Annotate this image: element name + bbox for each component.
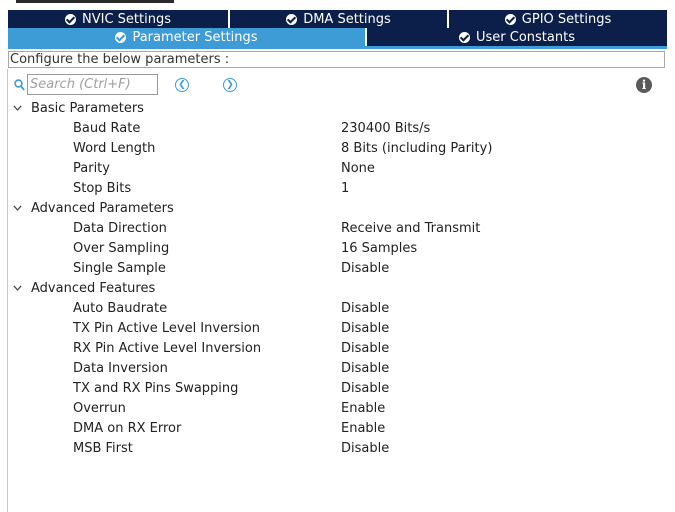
tab-label: Parameter Settings — [132, 29, 258, 45]
parameter-name: Over Sampling — [73, 241, 170, 256]
parameter-name: Data Inversion — [73, 361, 168, 376]
parameter-value[interactable]: None — [341, 159, 375, 179]
chevron-right-circle-icon[interactable]: ❯ — [223, 78, 237, 92]
tree-group[interactable]: Basic Parameters — [0, 99, 675, 119]
group-label: Advanced Features — [31, 281, 156, 296]
parameter-name: Overrun — [73, 401, 126, 416]
tab-row-2: Parameter Settings User Constants — [8, 28, 667, 46]
search-input[interactable] — [27, 74, 158, 95]
parameter-name: MSB First — [73, 441, 133, 456]
parameter-tree: Basic Parameters Baud Rate 230400 Bits/s Wo… — [0, 99, 675, 459]
parameter-name: TX Pin Active Level Inversion — [73, 321, 260, 336]
tab-row-1: NVIC Settings DMA Settings GPIO Settings — [8, 10, 667, 28]
tab-gpio-settings[interactable]: GPIO Settings — [449, 10, 667, 28]
parameter-row[interactable]: DMA on RX Error Enable — [0, 419, 675, 439]
parameter-row[interactable]: Single Sample Disable — [0, 259, 675, 279]
check-circle-icon — [115, 31, 127, 43]
tab-parameter-settings[interactable]: Parameter Settings — [8, 28, 367, 46]
tree-group[interactable]: Advanced Features — [0, 279, 675, 299]
parameter-row[interactable]: RX Pin Active Level Inversion Disable — [0, 339, 675, 359]
active-tab-underline — [8, 46, 667, 49]
parameter-value[interactable]: 16 Samples — [341, 239, 417, 259]
tab-label: GPIO Settings — [521, 11, 612, 27]
chevron-down-icon[interactable] — [13, 285, 22, 291]
chevron-down-icon[interactable] — [13, 205, 22, 211]
parameter-row[interactable]: Auto Baudrate Disable — [0, 299, 675, 319]
tree-group[interactable]: Advanced Parameters — [0, 199, 675, 219]
check-circle-icon — [459, 31, 470, 43]
parameter-value[interactable]: 1 — [341, 179, 349, 199]
parameter-value[interactable]: Disable — [341, 359, 389, 379]
parameter-name: Single Sample — [73, 261, 166, 276]
parameter-row[interactable]: Data Direction Receive and Transmit — [0, 219, 675, 239]
parameter-name: Baud Rate — [73, 121, 141, 136]
parameter-row[interactable]: Parity None — [0, 159, 675, 179]
parameter-row[interactable]: MSB First Disable — [0, 439, 675, 459]
top-tab-stub — [16, 0, 174, 3]
tab-label: DMA Settings — [303, 11, 391, 27]
parameter-row[interactable]: TX Pin Active Level Inversion Disable — [0, 319, 675, 339]
group-label: Basic Parameters — [31, 101, 144, 116]
parameter-value[interactable]: Enable — [341, 419, 385, 439]
tab-label: User Constants — [476, 29, 575, 45]
parameter-value[interactable]: 230400 Bits/s — [341, 119, 430, 139]
parameter-name: Stop Bits — [73, 181, 132, 196]
parameter-name: RX Pin Active Level Inversion — [73, 341, 262, 356]
config-label: Configure the below parameters : — [8, 51, 665, 68]
check-circle-icon — [504, 13, 516, 25]
parameter-row[interactable]: Over Sampling 16 Samples — [0, 239, 675, 259]
check-circle-icon — [286, 13, 298, 25]
chevron-left-circle-icon[interactable]: ❮ — [175, 78, 189, 92]
parameter-row[interactable]: Word Length 8 Bits (including Parity) — [0, 139, 675, 159]
parameter-value[interactable]: Receive and Transmit — [341, 219, 480, 239]
parameter-value[interactable]: Disable — [341, 439, 389, 459]
parameter-value[interactable]: Disable — [341, 299, 389, 319]
parameter-value[interactable]: Disable — [341, 259, 389, 279]
parameter-value[interactable]: 8 Bits (including Parity) — [341, 139, 492, 159]
parameter-row[interactable]: Data Inversion Disable — [0, 359, 675, 379]
parameter-name: Word Length — [73, 141, 156, 156]
search-icon — [14, 79, 25, 91]
parameter-value[interactable]: Disable — [341, 319, 389, 339]
parameter-value[interactable]: Disable — [341, 379, 389, 399]
parameter-row[interactable]: Stop Bits 1 — [0, 179, 675, 199]
tab-label: NVIC Settings — [82, 11, 171, 27]
check-circle-icon — [65, 13, 76, 25]
parameter-name: Parity — [73, 161, 110, 176]
parameter-row[interactable]: Baud Rate 230400 Bits/s — [0, 119, 675, 139]
parameter-value[interactable]: Enable — [341, 399, 385, 419]
parameter-name: Auto Baudrate — [73, 301, 168, 316]
info-icon[interactable]: i — [636, 77, 652, 93]
tab-dma-settings[interactable]: DMA Settings — [230, 10, 449, 28]
group-label: Advanced Parameters — [31, 201, 174, 216]
parameter-row[interactable]: Overrun Enable — [0, 399, 675, 419]
chevron-down-icon[interactable] — [13, 105, 22, 111]
tab-user-constants[interactable]: User Constants — [367, 28, 667, 46]
parameter-value[interactable]: Disable — [341, 339, 389, 359]
tab-nvic-settings[interactable]: NVIC Settings — [8, 10, 230, 28]
parameter-row[interactable]: TX and RX Pins Swapping Disable — [0, 379, 675, 399]
parameter-name: Data Direction — [73, 221, 167, 236]
parameter-name: TX and RX Pins Swapping — [73, 381, 239, 396]
parameter-name: DMA on RX Error — [73, 421, 182, 436]
